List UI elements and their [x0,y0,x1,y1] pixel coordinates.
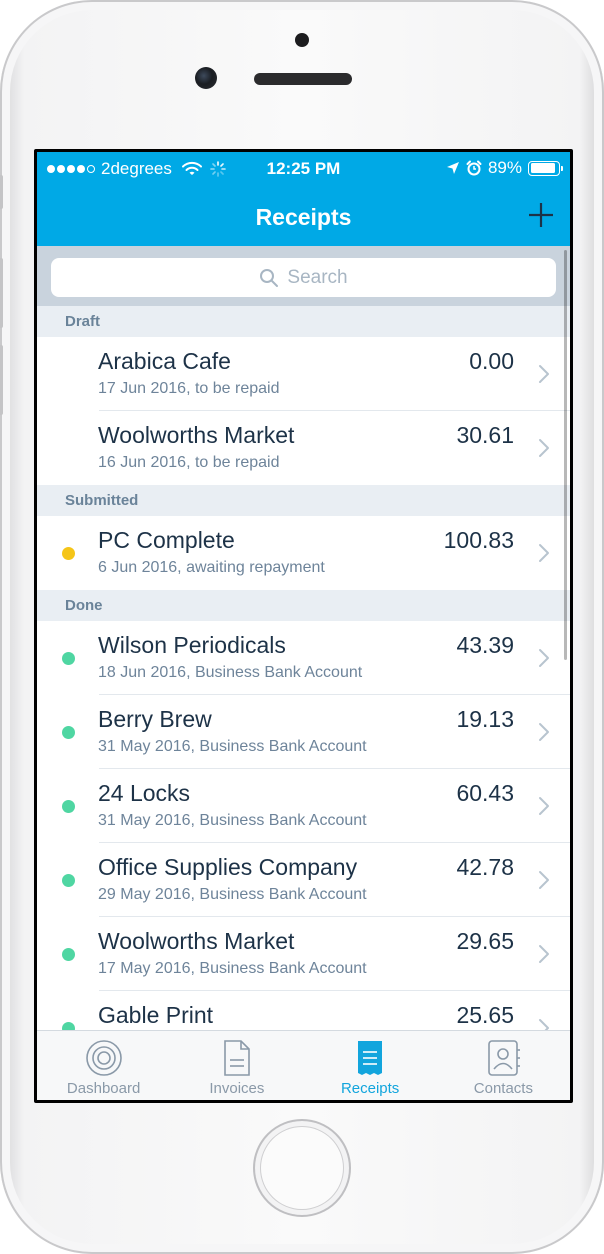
screen: 2degrees 12:25 PM 89% Receipts Search Dr… [34,149,573,1103]
chevron-right-icon [538,870,550,890]
receipt-amount: 30.61 [456,422,514,448]
receipt-name: PC Complete [98,527,235,553]
receipt-amount: 60.43 [456,780,514,806]
proximity-sensor [295,33,309,47]
receipt-amount: 29.65 [456,928,514,954]
section-header: Done [37,590,570,621]
status-dot [62,948,75,961]
receipt-row[interactable]: Office Supplies Company 29 May 2016, Busi… [37,843,570,917]
receipt-name: 24 Locks [98,780,191,806]
earpiece-speaker [254,73,352,85]
receipt-row[interactable]: PC Complete 6 Jun 2016, awaiting repaymen… [37,516,570,590]
tab-label: Contacts [473,1080,533,1097]
receipt-row[interactable]: Arabica Cafe 17 Jun 2016, to be repaid 0.0… [37,337,570,411]
volume-up-button [0,258,3,328]
chevron-right-icon [538,796,550,816]
receipt-amount: 0.00 [469,348,514,374]
receipt-detail: 29 May 2016, Business Bank Account [98,886,367,903]
receipt-name: Arabica Cafe [98,348,231,374]
receipt-amount: 25.65 [456,1002,514,1028]
chevron-right-icon [538,944,550,964]
receipt-row[interactable]: Wilson Periodicals 18 Jun 2016, Business … [37,621,570,695]
tab-label: Receipts [340,1080,400,1097]
receipt-row[interactable]: Gable Print 25.65 [37,991,570,1030]
page-title: Receipts [255,204,352,230]
battery-icon [528,160,563,176]
receipt-icon [350,1038,390,1078]
receipt-row[interactable]: 24 Locks 31 May 2016, Business Bank Accou… [37,769,570,843]
phone-frame: 2degrees 12:25 PM 89% Receipts Search Dr… [0,0,604,1254]
contacts-icon [483,1038,523,1078]
search-bar: Search [37,246,570,306]
receipt-detail: 31 May 2016, Business Bank Account [98,812,367,829]
tab-invoices[interactable]: Invoices [170,1031,303,1100]
plus-icon [529,203,553,227]
tab-label: Invoices [209,1080,265,1097]
dashboard-icon [84,1038,124,1078]
scroll-indicator [564,250,567,660]
receipt-name: Berry Brew [98,706,212,732]
battery-level [530,163,555,173]
volume-down-button [0,345,3,415]
app-screen: 2degrees 12:25 PM 89% Receipts Search Dr… [37,152,570,1100]
section-header: Submitted [37,485,570,516]
receipt-detail: 17 May 2016, Business Bank Account [98,960,367,977]
alarm-icon [466,160,482,176]
receipt-detail: 17 Jun 2016, to be repaid [98,380,280,397]
receipt-detail: 6 Jun 2016, awaiting repayment [98,559,325,576]
receipt-detail: 31 May 2016, Business Bank Account [98,738,367,755]
receipt-detail: 16 Jun 2016, to be repaid [98,454,280,471]
location-icon [446,162,459,174]
chevron-right-icon [538,543,550,563]
chevron-right-icon [538,722,550,742]
receipt-amount: 42.78 [456,854,514,880]
tab-dashboard[interactable]: Dashboard [37,1031,170,1100]
status-dot [62,1022,75,1030]
status-dot [62,547,75,560]
receipt-amount: 43.39 [456,632,514,658]
front-camera [195,67,217,89]
navigation-bar: Receipts [37,186,570,246]
battery-percentage: 89% [487,158,522,177]
search-input[interactable]: Search [51,258,556,297]
tab-receipts[interactable]: Receipts [304,1031,437,1100]
add-receipt-button[interactable] [526,200,556,230]
receipt-name: Gable Print [98,1002,214,1028]
receipt-row[interactable]: Woolworths Market 16 Jun 2016, to be repa… [37,411,570,485]
receipt-amount: 100.83 [443,527,514,553]
invoice-icon [217,1038,257,1078]
status-dot [62,800,75,813]
chevron-right-icon [538,438,550,458]
receipt-amount: 19.13 [456,706,514,732]
mute-switch [0,175,3,209]
status-dot [62,726,75,739]
status-dot [62,652,75,665]
receipt-list[interactable]: Draft Arabica Cafe 17 Jun 2016, to be repa… [37,306,570,1030]
home-button[interactable] [253,1119,351,1217]
tab-bar: Dashboard Invoices Receipts Contacts [37,1030,570,1100]
receipt-row[interactable]: Woolworths Market 17 May 2016, Business B… [37,917,570,991]
tab-label: Dashboard [66,1080,141,1097]
chevron-right-icon [538,1018,550,1030]
receipt-name: Wilson Periodicals [98,632,286,658]
search-placeholder: Search [287,266,348,288]
tab-contacts[interactable]: Contacts [437,1031,570,1100]
search-icon [260,268,279,287]
chevron-right-icon [538,364,550,384]
status-dot [62,874,75,887]
chevron-right-icon [538,648,550,668]
receipt-name: Office Supplies Company [98,854,358,880]
receipt-name: Woolworths Market [98,928,295,954]
receipt-row[interactable]: Berry Brew 31 May 2016, Business Bank Acc… [37,695,570,769]
receipt-detail: 18 Jun 2016, Business Bank Account [98,664,363,681]
receipt-name: Woolworths Market [98,422,295,448]
status-bar: 2degrees 12:25 PM 89% [37,152,570,186]
section-header: Draft [37,306,570,337]
